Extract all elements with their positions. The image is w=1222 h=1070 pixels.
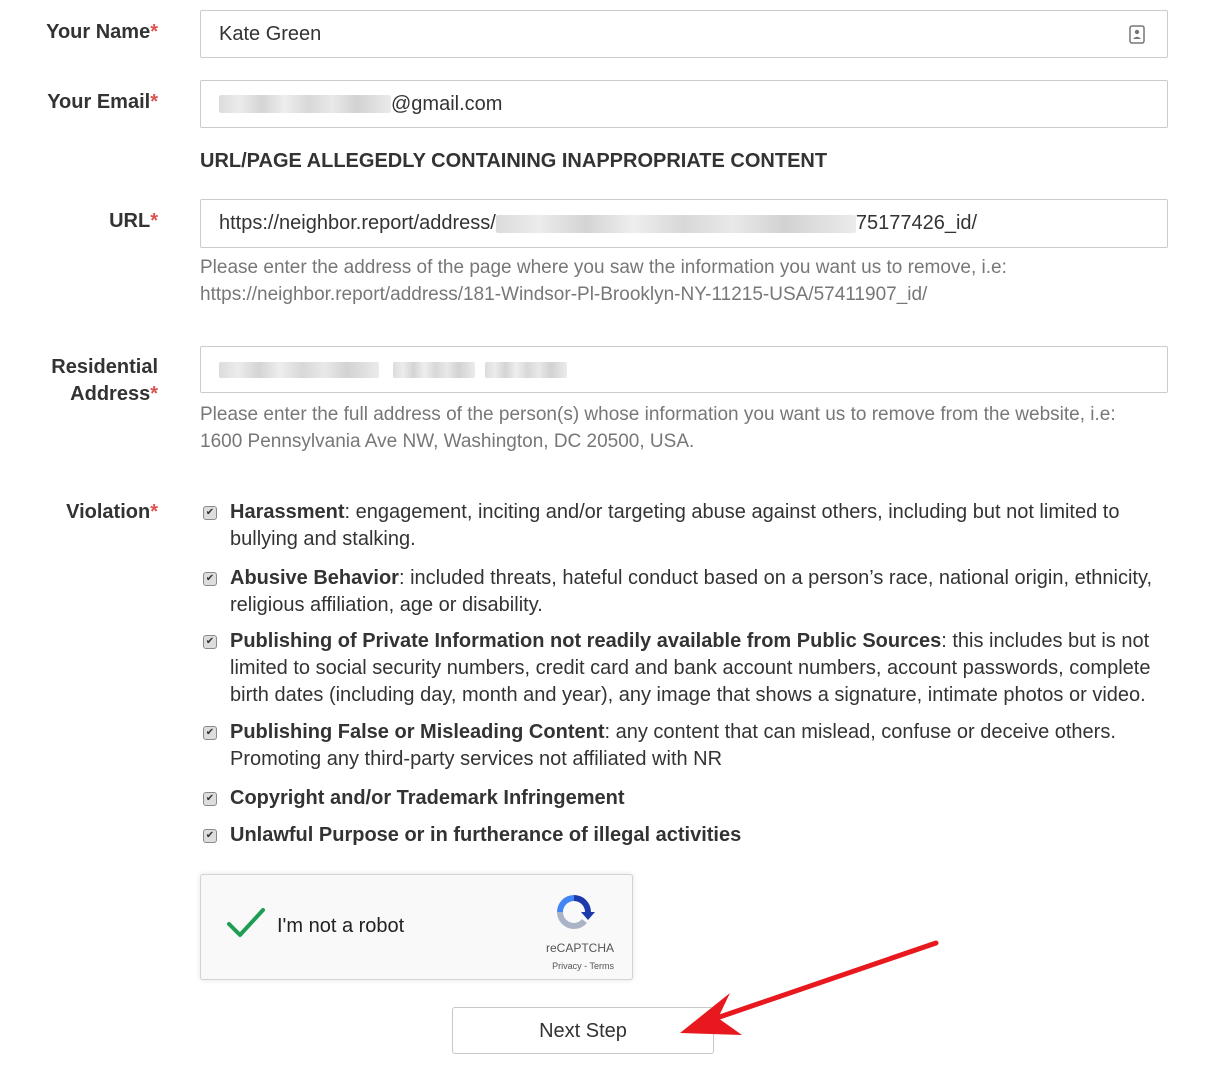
email-label: Your Email* bbox=[47, 91, 158, 113]
redacted-email-user bbox=[219, 95, 391, 113]
contact-card-icon[interactable] bbox=[1129, 25, 1145, 50]
redacted-address-part bbox=[485, 361, 567, 378]
violation-option-unlawful-purpose: ✔ Unlawful Purpose or in furtherance of … bbox=[200, 822, 1170, 849]
recaptcha-widget: I'm not a robot reCAPTCHA Privacy - Term… bbox=[200, 874, 633, 980]
redacted-url-path bbox=[495, 214, 856, 233]
recaptcha-brand: reCAPTCHA bbox=[545, 941, 614, 955]
violation-option-false-content: ✔ Publishing False or Misleading Content… bbox=[200, 719, 1170, 773]
checkbox[interactable]: ✔ bbox=[203, 792, 217, 806]
email-domain: @gmail.com bbox=[391, 92, 503, 115]
checkbox[interactable]: ✔ bbox=[203, 506, 217, 520]
url-input[interactable]: https://neighbor.report/address/ 7517742… bbox=[200, 199, 1168, 248]
check-icon[interactable] bbox=[225, 905, 267, 946]
violation-option-copyright: ✔ Copyright and/or Trademark Infringemen… bbox=[200, 785, 1170, 812]
email-input[interactable]: @gmail.com bbox=[200, 80, 1168, 128]
name-label: Your Name* bbox=[46, 21, 158, 43]
recaptcha-terms-link[interactable]: Privacy - Terms bbox=[552, 961, 614, 971]
name-value: Kate Green bbox=[219, 22, 322, 45]
recaptcha-logo-icon bbox=[551, 891, 597, 940]
violation-option-harassment: ✔ Harassment: engagement, inciting and/o… bbox=[200, 499, 1170, 553]
section-heading: URL/PAGE ALLEGEDLY CONTAINING INAPPROPRI… bbox=[200, 150, 828, 172]
checkbox[interactable]: ✔ bbox=[203, 572, 217, 586]
address-help-text: Please enter the full address of the per… bbox=[200, 404, 1116, 452]
url-prefix: https://neighbor.report/address/ bbox=[219, 212, 496, 234]
url-help-text: Please enter the address of the page whe… bbox=[200, 257, 1007, 305]
checkbox[interactable]: ✔ bbox=[203, 635, 217, 649]
checkbox[interactable]: ✔ bbox=[203, 829, 217, 843]
violation-option-private-information: ✔ Publishing of Private Information not … bbox=[200, 628, 1170, 709]
redacted-address-part bbox=[219, 361, 379, 378]
red-arrow-icon bbox=[680, 940, 939, 1035]
recaptcha-label: I'm not a robot bbox=[277, 915, 405, 937]
violation-label: Violation* bbox=[66, 501, 158, 523]
violation-option-abusive-behavior: ✔ Abusive Behavior: included threats, ha… bbox=[200, 565, 1170, 619]
checkbox[interactable]: ✔ bbox=[203, 726, 217, 740]
name-input[interactable]: Kate Green bbox=[200, 10, 1168, 58]
url-label: URL* bbox=[109, 210, 158, 232]
url-suffix: 75177426_id/ bbox=[855, 212, 978, 234]
redacted-address-part bbox=[393, 361, 475, 378]
address-input[interactable] bbox=[200, 346, 1168, 393]
address-label: Residential Address* bbox=[51, 356, 158, 405]
